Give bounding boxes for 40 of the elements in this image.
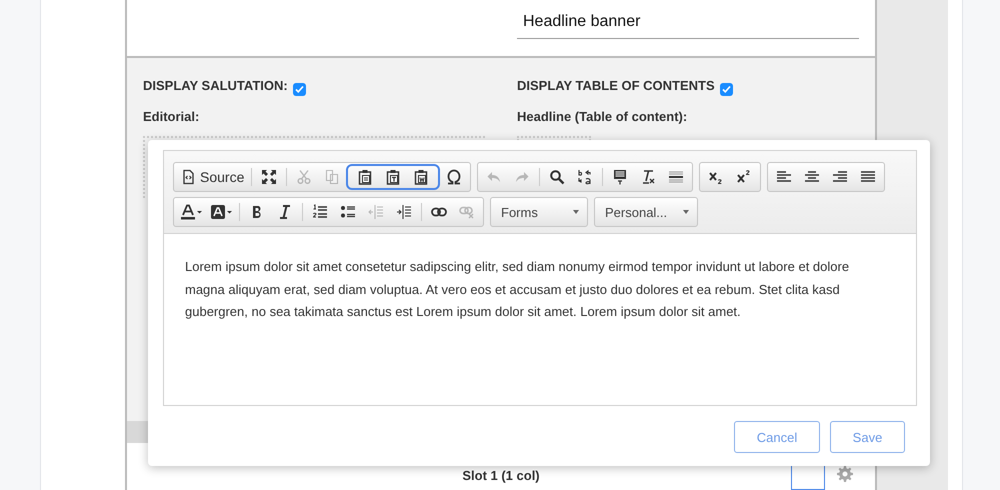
field-label: Editorial:: [143, 108, 200, 124]
align-right-icon: [832, 169, 848, 185]
clipboard-icon: [357, 169, 374, 185]
horizontal-rule-icon: [668, 169, 684, 185]
align-left-icon: [776, 169, 792, 185]
slot-title: Slot 1 (1 col): [462, 468, 540, 484]
clear-format-icon: [640, 169, 656, 185]
align-center-icon: [804, 169, 820, 185]
unlink-icon: [459, 204, 475, 220]
scissors-icon: [296, 169, 312, 185]
editor-text[interactable]: Lorem ipsum dolor sit amet consetetur sadipscing elitr, sed diam nonumy eirmod tempor invidunt ut labore et dolore magna aliquyam erat, sed diam voluptua. At vero eos et accusam et justo duo dolores et ea rebum. Stet clita kasd gubergren, no sea takimata sanctus est Lorem ipsum dolor sit amet. Lorem ipsum dolor sit amet.: [164, 234, 916, 405]
checkbox[interactable]: [292, 82, 306, 96]
clipboard-text-icon: [385, 169, 402, 185]
bullet-list-icon: [340, 204, 356, 220]
field-label: Headline (Table of content):: [517, 108, 688, 124]
checkbox[interactable]: [720, 82, 733, 96]
align-justify-icon: [860, 169, 876, 185]
magnifier-icon: [549, 169, 566, 185]
outdent-icon: [368, 204, 384, 220]
field-label: DISPLAY TABLE OF CONTENTS: [517, 78, 715, 93]
copy-icon: [324, 169, 340, 185]
background-color-icon: [210, 204, 232, 220]
maximize-icon: [261, 169, 278, 185]
caret-icon: [573, 210, 579, 214]
replace-icon: [577, 169, 594, 185]
headline-field[interactable]: Headline banner: [517, 8, 859, 39]
dropdown[interactable]: Forms: [490, 197, 588, 227]
settings-icon[interactable]: [837, 466, 853, 482]
clipboard-word-icon: [413, 169, 430, 185]
numbered-list-icon: [312, 204, 328, 220]
text-color-icon: [180, 204, 202, 220]
text-block-icon: [612, 169, 628, 185]
caret-icon: [683, 210, 690, 214]
italic-icon: [277, 204, 293, 220]
field-label: DISPLAY SALUTATION:: [143, 78, 288, 93]
indent-icon: [396, 204, 412, 220]
superscript-icon: [736, 169, 752, 185]
omega-icon: [446, 169, 462, 185]
dropdown[interactable]: Personal...: [594, 197, 698, 227]
source-button[interactable]: Source: [176, 164, 248, 190]
